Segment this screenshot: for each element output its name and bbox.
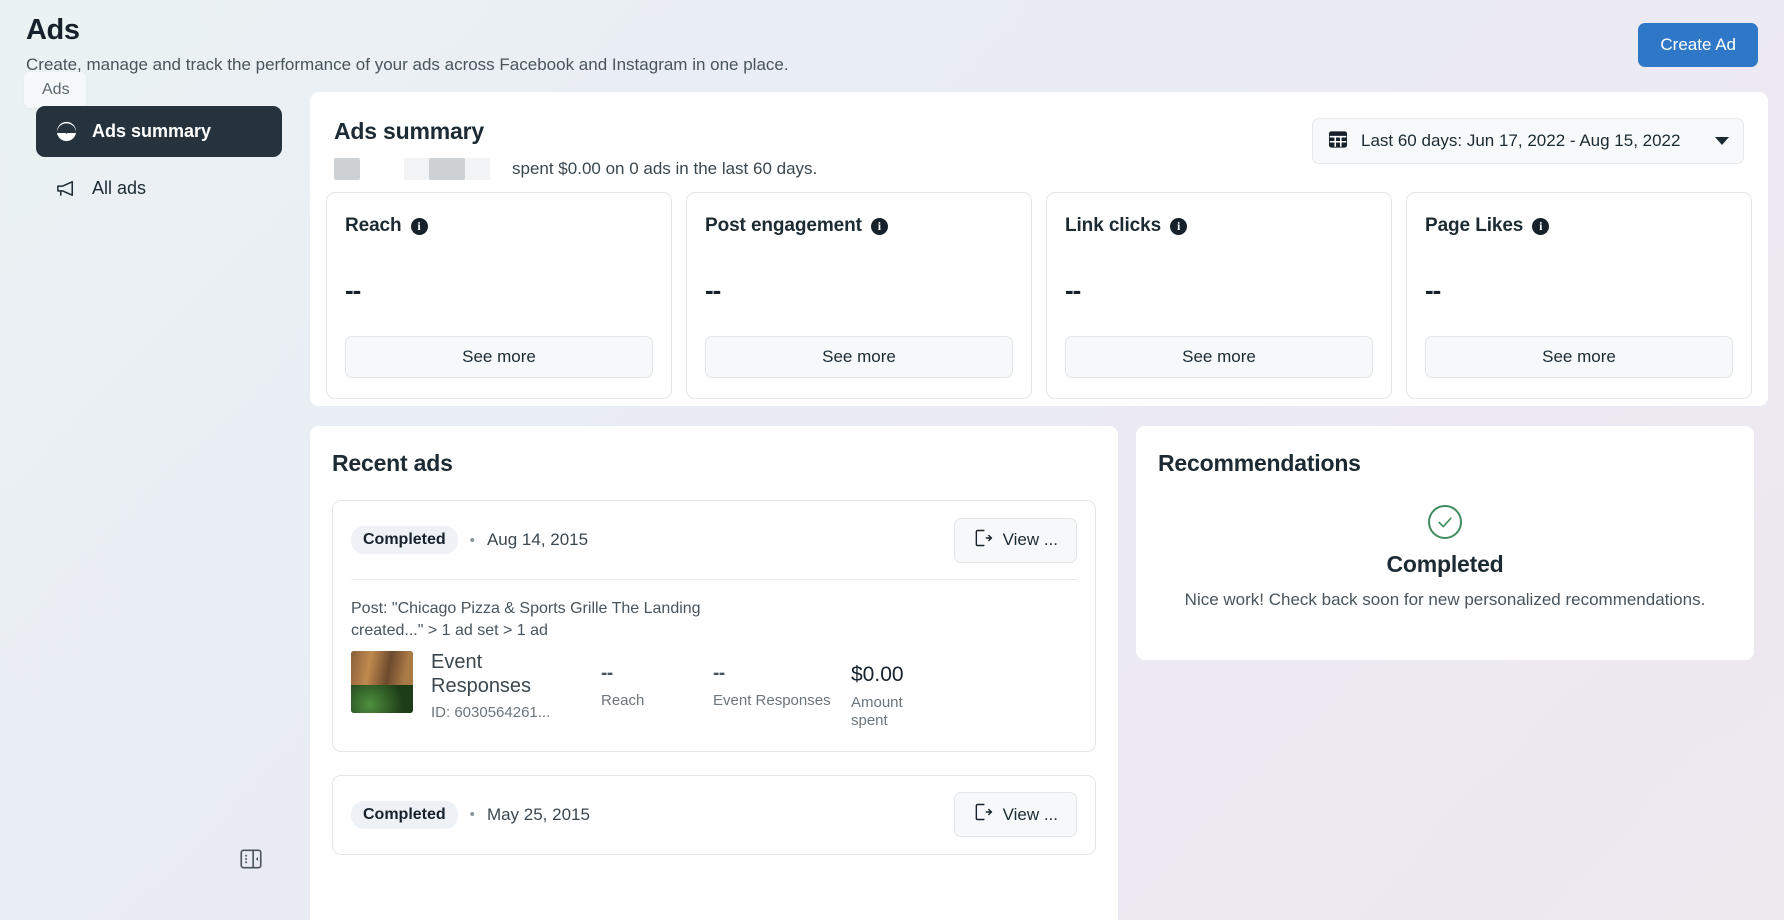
ad-date: Aug 14, 2015 bbox=[487, 530, 588, 550]
ad-item-header: Completed • Aug 14, 2015 View ... bbox=[351, 501, 1077, 579]
separator-dot: • bbox=[470, 806, 475, 823]
see-more-button[interactable]: See more bbox=[345, 336, 653, 378]
metric-card-link-clicks: Link clicks i -- See more bbox=[1046, 192, 1392, 399]
metric-label: Page Likes bbox=[1425, 215, 1523, 237]
metric-value: -- bbox=[705, 275, 1013, 306]
info-icon[interactable]: i bbox=[1532, 218, 1549, 235]
metric-card-post-engagement: Post engagement i -- See more bbox=[686, 192, 1032, 399]
view-button[interactable]: View ... bbox=[954, 518, 1077, 563]
view-button-label: View ... bbox=[1003, 530, 1058, 550]
metric-value: -- bbox=[1065, 275, 1373, 306]
sidebar: Ads Ads summary bbox=[0, 72, 310, 920]
page-title: Ads bbox=[26, 14, 1758, 47]
recommendations-title: Recommendations bbox=[1158, 450, 1732, 477]
recommendations-status: Completed bbox=[1158, 551, 1732, 578]
ad-metric-label: Amount spent bbox=[851, 694, 943, 731]
ad-id: ID: 6030564261... bbox=[431, 704, 581, 721]
metric-header: Page Likes i bbox=[1425, 215, 1733, 237]
date-range-value: Last 60 days: Jun 17, 2022 - Aug 15, 202… bbox=[1361, 131, 1703, 151]
recommendations-card: Recommendations Completed Nice work! Che… bbox=[1136, 426, 1754, 660]
ad-thumbnail bbox=[351, 651, 413, 713]
metric-label: Link clicks bbox=[1065, 215, 1161, 237]
info-icon[interactable]: i bbox=[1170, 218, 1187, 235]
ad-name-column: Event Responses ID: 6030564261... bbox=[431, 651, 581, 721]
ad-metric-value: -- bbox=[713, 663, 831, 685]
metric-value: -- bbox=[345, 275, 653, 306]
metric-header: Post engagement i bbox=[705, 215, 1013, 237]
sidebar-nav: Ads summary All ads bbox=[36, 106, 282, 214]
main-content: Ads summary spent $0.00 on 0 ads in the … bbox=[310, 92, 1768, 920]
ad-metric-label: Reach bbox=[601, 692, 693, 710]
recommendations-description: Nice work! Check back soon for new perso… bbox=[1158, 588, 1732, 612]
view-button-label: View ... bbox=[1003, 805, 1058, 825]
sidebar-item-label: Ads summary bbox=[92, 121, 211, 142]
ad-item-body: Post: "Chicago Pizza & Sports Grille The… bbox=[351, 579, 1077, 751]
sidebar-item-ads-summary[interactable]: Ads summary bbox=[36, 106, 282, 157]
speedometer-icon bbox=[54, 120, 78, 143]
metric-header: Reach i bbox=[345, 215, 653, 237]
ad-metric-label: Event Responses bbox=[713, 692, 831, 710]
ad-detail-row: Event Responses ID: 6030564261... -- Rea… bbox=[351, 651, 1077, 731]
metric-label: Post engagement bbox=[705, 215, 862, 237]
metrics-row: Reach i -- See more Post engagement i --… bbox=[326, 192, 1752, 399]
metric-card-page-likes: Page Likes i -- See more bbox=[1406, 192, 1752, 399]
ad-metric-amount-spent: $0.00 Amount spent bbox=[851, 651, 943, 731]
separator-dot: • bbox=[470, 532, 475, 549]
date-range-picker[interactable]: Last 60 days: Jun 17, 2022 - Aug 15, 202… bbox=[1312, 118, 1744, 164]
ad-metric-value: $0.00 bbox=[851, 663, 943, 687]
recent-ads-card: Recent ads Completed • Aug 14, 2015 View… bbox=[310, 426, 1118, 920]
metric-card-reach: Reach i -- See more bbox=[326, 192, 672, 399]
ads-summary-card: Ads summary spent $0.00 on 0 ads in the … bbox=[310, 92, 1768, 406]
see-more-button[interactable]: See more bbox=[1065, 336, 1373, 378]
skeleton-placeholder bbox=[404, 158, 490, 180]
info-icon[interactable]: i bbox=[871, 218, 888, 235]
ad-metric-reach: -- Reach bbox=[601, 651, 693, 710]
sidebar-flyout-label: Ads bbox=[24, 72, 86, 108]
recent-ads-title: Recent ads bbox=[332, 450, 1096, 477]
view-button[interactable]: View ... bbox=[954, 792, 1077, 837]
sidebar-item-all-ads[interactable]: All ads bbox=[36, 163, 282, 214]
metric-label: Reach bbox=[345, 215, 402, 237]
sidebar-toggle-icon[interactable] bbox=[238, 846, 264, 872]
chevron-down-icon bbox=[1715, 137, 1729, 145]
ad-name: Event Responses bbox=[431, 651, 581, 698]
ads-summary-sentence: spent $0.00 on 0 ads in the last 60 days… bbox=[512, 159, 817, 179]
see-more-button[interactable]: See more bbox=[705, 336, 1013, 378]
info-icon[interactable]: i bbox=[411, 218, 428, 235]
megaphone-icon bbox=[54, 177, 78, 200]
status-badge: Completed bbox=[351, 801, 458, 829]
sidebar-item-label: All ads bbox=[92, 178, 146, 199]
metric-header: Link clicks i bbox=[1065, 215, 1373, 237]
status-badge: Completed bbox=[351, 526, 458, 554]
ad-metric-value: -- bbox=[601, 663, 693, 685]
open-external-icon bbox=[973, 528, 993, 553]
ad-item-header: Completed • May 25, 2015 View ... bbox=[351, 776, 1077, 854]
check-circle-icon bbox=[1428, 505, 1462, 539]
create-ad-button[interactable]: Create Ad bbox=[1638, 23, 1758, 67]
ad-metric-event-responses: -- Event Responses bbox=[713, 651, 831, 710]
calendar-icon bbox=[1327, 128, 1349, 155]
list-item[interactable]: Completed • May 25, 2015 View ... bbox=[332, 775, 1096, 855]
ad-post-label: Post: "Chicago Pizza & Sports Grille The… bbox=[351, 598, 701, 641]
ad-date: May 25, 2015 bbox=[487, 805, 590, 825]
metric-value: -- bbox=[1425, 275, 1733, 306]
open-external-icon bbox=[973, 802, 993, 827]
skeleton-placeholder bbox=[334, 158, 360, 180]
see-more-button[interactable]: See more bbox=[1425, 336, 1733, 378]
list-item[interactable]: Completed • Aug 14, 2015 View ... Post: bbox=[332, 500, 1096, 752]
